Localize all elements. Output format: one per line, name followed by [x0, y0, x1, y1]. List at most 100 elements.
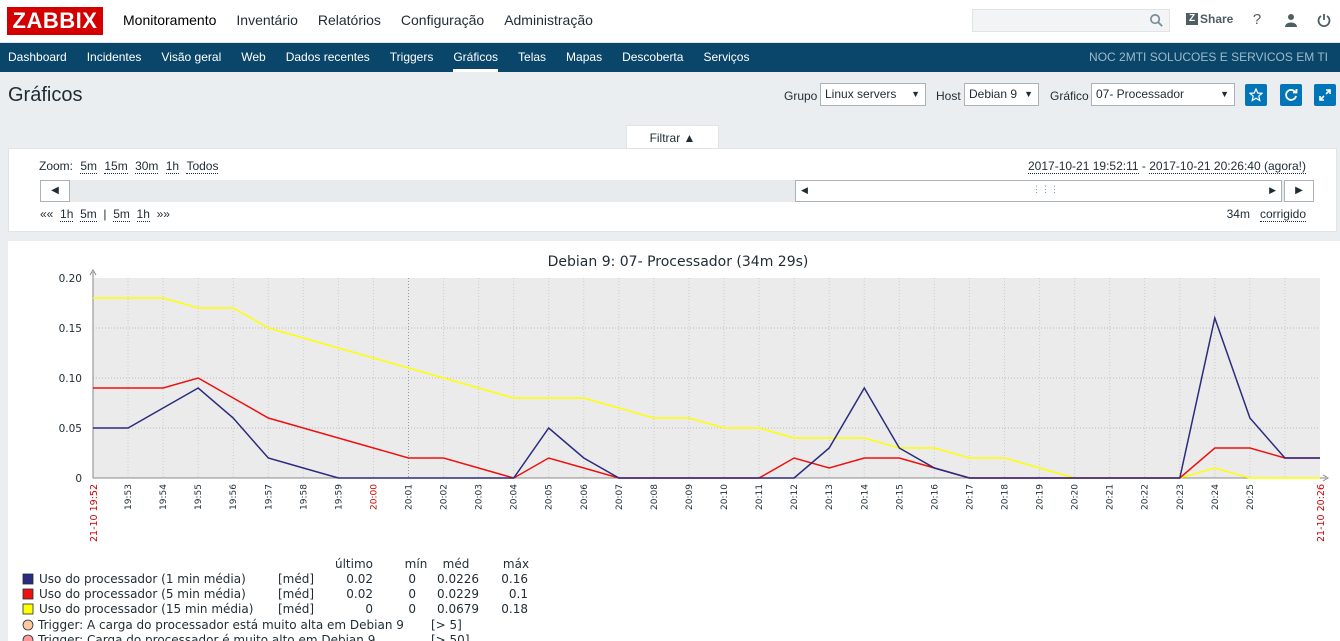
x-tick-label: 20:18 [1000, 484, 1010, 510]
processor-graph[interactable]: Debian 9: 07- Processador (34m 29s) 0.20 0… [8, 241, 1340, 641]
trigger-marker-icon [22, 634, 34, 641]
refresh-button[interactable] [1280, 84, 1302, 106]
drag-handle-icon[interactable]: ⋮⋮⋮ [1032, 184, 1059, 195]
submenu-triggers[interactable]: Triggers [380, 43, 444, 72]
search-input[interactable] [972, 9, 1170, 32]
thumb-right-arrow-icon[interactable]: ▶ [1269, 185, 1276, 196]
help-icon[interactable]: ? [1248, 11, 1266, 29]
top-header: ZABBIX Monitoramento Inventário Relatóri… [0, 0, 1340, 43]
trigger-condition: [> 50] [431, 633, 470, 641]
submenu-descoberta[interactable]: Descoberta [612, 43, 693, 72]
graph-container: Debian 9: 07- Processador (34m 29s) 0.20 0… [8, 241, 1340, 641]
y-tick-label: 0.15 [59, 323, 82, 335]
zabbix-logo[interactable]: ZABBIX [7, 7, 103, 35]
menu-relatorios[interactable]: Relatórios [308, 0, 391, 43]
legend-value: 0.1 [509, 587, 528, 601]
filter-toggle-tab[interactable]: Filtrar ▲ [626, 125, 719, 149]
x-tick-label: 20:06 [580, 484, 590, 510]
submenu-graficos[interactable]: Gráficos [443, 43, 508, 72]
zoom-15m[interactable]: 15m [104, 159, 128, 174]
nav-fwd-5m[interactable]: 5m [113, 207, 130, 222]
legend-value: 0.02 [346, 572, 373, 586]
group-select[interactable]: Linux servers ▼ [820, 83, 926, 106]
trigger-description: Trigger: A carga do processador está mui… [37, 618, 404, 632]
fixed-toggle[interactable]: corrigido [1259, 207, 1306, 222]
favorite-button[interactable] [1245, 84, 1267, 106]
x-tick-label: 20:19 [1036, 484, 1046, 510]
menu-administracao[interactable]: Administração [494, 0, 603, 43]
x-tick-label: 19:55 [194, 484, 204, 510]
duration-value: 34m [1226, 207, 1250, 221]
zoom-controls: Zoom: 5m 15m 30m 1h Todos [39, 159, 219, 174]
x-tick-label: 19:56 [229, 484, 239, 510]
zoom-30m[interactable]: 30m [135, 159, 159, 174]
legend-value: 0 [408, 602, 416, 616]
host-label: Host [936, 89, 961, 103]
x-tick-label: 20:09 [685, 484, 695, 510]
zoom-label: Zoom: [39, 159, 74, 173]
submenu-mapas[interactable]: Mapas [556, 43, 612, 72]
y-tick-label: 0.10 [59, 373, 82, 385]
host-select[interactable]: Debian 9 ▼ [964, 83, 1039, 106]
y-tick-label: 0 [75, 473, 82, 485]
user-profile-icon[interactable] [1282, 11, 1300, 29]
submenu-visao-geral[interactable]: Visão geral [151, 43, 231, 72]
chevron-down-icon: ▼ [1024, 89, 1033, 99]
zoom-1h[interactable]: 1h [165, 159, 180, 174]
graph-select[interactable]: 07- Processador ▼ [1091, 83, 1235, 106]
star-icon [1248, 87, 1264, 102]
legend-value: 0.0226 [437, 572, 479, 586]
thumb-left-arrow-icon[interactable]: ◀ [801, 185, 808, 196]
scrollbar-thumb[interactable]: ◀ ⋮⋮⋮ ▶ [795, 180, 1282, 202]
y-tick-label: 0.20 [59, 273, 82, 285]
scroll-left-button[interactable]: ◀ [40, 180, 70, 202]
legend-value: 0.02 [346, 587, 373, 601]
submenu-servicos[interactable]: Serviços [693, 43, 759, 72]
legend-series-name: Uso do processador (15 min média) [39, 602, 253, 616]
zoom-5m[interactable]: 5m [80, 159, 98, 174]
trigger-description: Trigger: Carga do processador é muito al… [37, 633, 375, 641]
legend-header: méd [443, 557, 470, 571]
x-tick-label: 20:17 [965, 484, 975, 510]
graph-value: 07- Processador [1096, 87, 1185, 101]
x-tick-label: 20:04 [510, 484, 520, 510]
submenu-incidentes[interactable]: Incidentes [77, 43, 152, 72]
x-tick-label: 20:05 [545, 484, 555, 510]
time-navigation: «« 1h 5m | 5m 1h »» [40, 207, 170, 222]
menu-monitoramento[interactable]: Monitoramento [113, 0, 226, 43]
x-tick-label: 20:20 [1071, 484, 1081, 510]
page-header: Gráficos Grupo Linux servers ▼ Host Debia… [0, 72, 1340, 119]
period-from[interactable]: 2017-10-21 19:52:11 [1028, 159, 1139, 174]
zoom-todos[interactable]: Todos [186, 159, 219, 174]
submenu-dashboard[interactable]: Dashboard [0, 43, 77, 72]
legend-value: 0.0679 [437, 602, 479, 616]
submenu-web[interactable]: Web [231, 43, 275, 72]
period-to[interactable]: 2017-10-21 20:26:40 (agora!) [1149, 159, 1306, 174]
x-tick-label: 20:24 [1211, 484, 1221, 510]
nav-back-5m[interactable]: 5m [80, 207, 97, 222]
legend-value: 0 [408, 572, 416, 586]
signout-icon[interactable] [1315, 11, 1333, 29]
organization-name: NOC 2MTI SOLUCOES E SERVICOS EM TI [1089, 50, 1328, 64]
host-value: Debian 9 [969, 87, 1018, 101]
sub-navigation: Dashboard Incidentes Visão geral Web Dad… [0, 43, 1340, 72]
submenu-telas[interactable]: Telas [508, 43, 556, 72]
x-tick-label: 19:57 [264, 484, 274, 510]
period-separator: - [1138, 159, 1150, 173]
nav-back-1h[interactable]: 1h [60, 207, 74, 222]
x-tick-label: 20:03 [475, 484, 485, 510]
share-button[interactable]: Z Share [1186, 12, 1233, 26]
fullscreen-button[interactable] [1314, 84, 1336, 106]
scroll-right-button[interactable]: ▶ [1284, 180, 1314, 202]
search-icon[interactable] [1149, 13, 1164, 28]
nav-fwd-1h[interactable]: 1h [136, 207, 150, 222]
legend-function: [méd] [278, 572, 314, 586]
menu-inventario[interactable]: Inventário [226, 0, 307, 43]
x-tick-label: 20:16 [930, 484, 940, 510]
x-tick-label: 19:53 [124, 484, 134, 510]
time-scrollbar[interactable]: ◀ ◀ ⋮⋮⋮ ▶ ▶ [40, 180, 1314, 202]
legend-value: 0.0229 [437, 587, 479, 601]
legend-header: mín [405, 557, 428, 571]
menu-configuracao[interactable]: Configuração [391, 0, 494, 43]
submenu-dados-recentes[interactable]: Dados recentes [276, 43, 380, 72]
